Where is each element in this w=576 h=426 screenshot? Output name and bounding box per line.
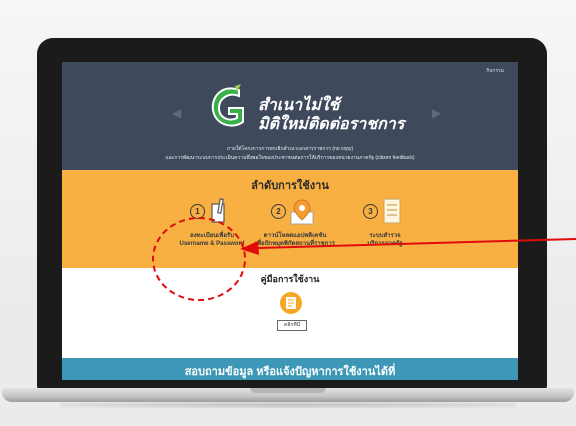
contact-bar: สอบถามข้อมูล หรือแจ้งปัญหาการใช้งานได้ที… xyxy=(62,358,518,380)
subtitle-line-1: ภายใต้โครงการการยกเลิกสำเนาเอกสารราชการ … xyxy=(226,146,354,152)
hero-banner: กิจกรรม ◀ ▶ สำเนาไม่ใช้ มิติใหม่ติดต่อรา… xyxy=(62,62,518,170)
step-number: 3 xyxy=(363,204,378,219)
map-pin-icon xyxy=(290,199,314,225)
tagline-line-2: มิติใหม่ติดต่อราชการ xyxy=(258,116,405,133)
manual-document-icon[interactable] xyxy=(280,292,302,314)
manual-section: คู่มือการใช้งาน คลิกที่นี่ xyxy=(62,268,518,358)
site-tagline: สำเนาไม่ใช้ มิติใหม่ติดต่อราชการ xyxy=(258,96,404,134)
laptop-base-notch xyxy=(250,388,326,393)
carousel-next-icon[interactable]: ▶ xyxy=(432,106,441,120)
contact-text: สอบถามข้อมูล หรือแจ้งปัญหาการใช้งานได้ที… xyxy=(184,366,396,378)
laptop-shadow xyxy=(60,402,516,408)
checklist-icon xyxy=(383,198,401,224)
tagline-line-1: สำเนาไม่ใช้ xyxy=(258,97,340,114)
subtitle-line-2: และการพัฒนาระบบการประเมินความพึงพอใจของป… xyxy=(165,155,415,161)
red-arrow-icon xyxy=(240,238,576,255)
logo-g-icon xyxy=(211,84,244,127)
top-nav-link[interactable]: กิจกรรม xyxy=(486,67,504,75)
manual-title: คู่มือการใช้งาน xyxy=(260,274,320,284)
steps-title: ลำดับการใช้งาน xyxy=(251,180,329,192)
annotation-circle xyxy=(152,217,246,301)
laptop-screen: กิจกรรม ◀ ▶ สำเนาไม่ใช้ มิติใหม่ติดต่อรา… xyxy=(62,62,518,380)
manual-click-here-button[interactable]: คลิกที่นี่ xyxy=(277,320,307,331)
carousel-prev-icon[interactable]: ◀ xyxy=(172,106,181,120)
step-number: 2 xyxy=(271,204,286,219)
